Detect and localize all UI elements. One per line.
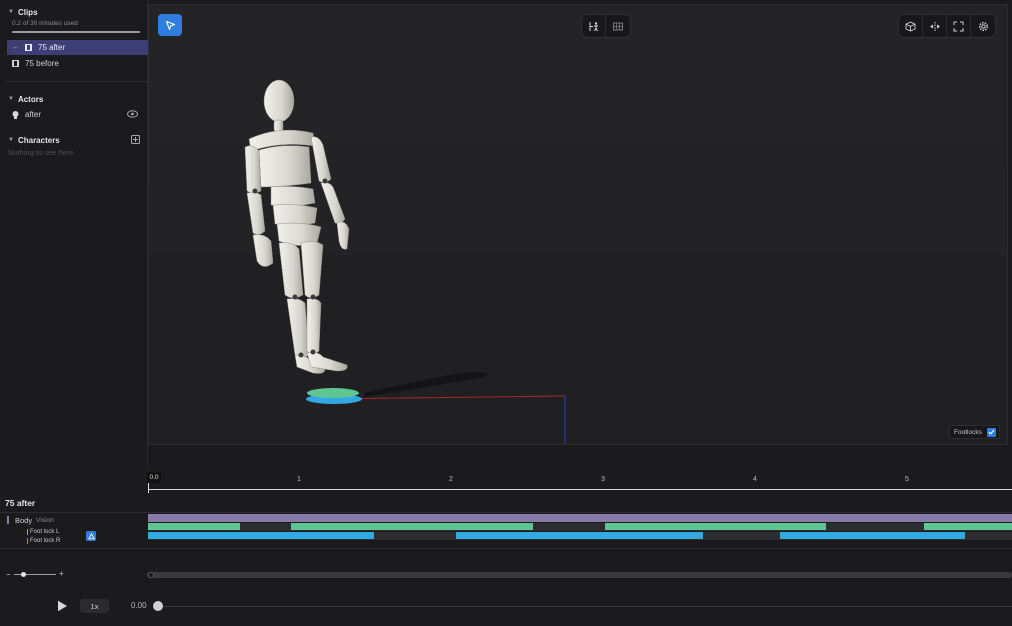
clip-label: 75 before — [25, 59, 59, 68]
zoom-out-button[interactable]: − — [6, 570, 11, 579]
characters-header[interactable]: ▼ Characters — [8, 136, 60, 145]
foot-l-segment[interactable] — [605, 523, 826, 530]
foot-l-segment[interactable] — [291, 523, 533, 530]
footlock-icon — [87, 532, 95, 539]
foot-l-segment[interactable] — [148, 523, 240, 530]
actor-item-after[interactable]: after — [12, 110, 41, 119]
head-icon — [12, 110, 19, 119]
characters-title: Characters — [17, 136, 60, 145]
foot-r-segment[interactable] — [148, 532, 374, 539]
playhead-label[interactable]: 0.0 — [147, 472, 161, 483]
film-icon — [12, 60, 19, 67]
foot-r-segment[interactable] — [780, 532, 965, 539]
actor-label: after — [25, 110, 42, 119]
ruler-line — [148, 489, 1012, 490]
eye-icon[interactable] — [127, 110, 138, 118]
scrollbar-handle[interactable] — [148, 572, 154, 578]
tick-label: 3 — [601, 476, 605, 483]
footlock-edit-button[interactable] — [86, 531, 96, 541]
3d-viewport[interactable]: Footlocks — [148, 4, 1008, 445]
track-label: Body — [15, 516, 33, 525]
sidebar: ▼ Clips 0.2 of 30 minutes used ← 75 afte… — [0, 0, 148, 468]
check-icon — [988, 429, 995, 435]
scrub-track[interactable] — [155, 606, 1012, 607]
clips-header[interactable]: ▼ Clips — [8, 8, 38, 17]
foot-r-segment[interactable] — [456, 532, 703, 539]
tick-label: 2 — [449, 476, 453, 483]
actors-header[interactable]: ▼ Actors — [8, 95, 43, 104]
actors-title: Actors — [17, 95, 44, 104]
timeline-clip-name: 75 after — [5, 498, 36, 508]
tick-label: 5 — [905, 476, 909, 483]
foot-l-segment[interactable] — [924, 523, 1012, 530]
foot-r-text: Foot lock R — [30, 538, 61, 544]
divider — [7, 81, 148, 82]
chevron-down-icon: ▼ — [8, 136, 14, 143]
usage-bar — [12, 31, 140, 33]
clip-item-75-before[interactable]: 75 before — [12, 56, 153, 71]
body-track-bar[interactable] — [148, 514, 1012, 522]
zoom-slider-thumb[interactable] — [21, 572, 26, 577]
timeline-scrollbar[interactable] — [147, 572, 1012, 578]
clip-item-75-after[interactable]: ← 75 after — [7, 40, 148, 55]
foot-r-color — [27, 538, 28, 544]
usage-text: 0.2 of 30 minutes used — [12, 20, 78, 27]
play-icon[interactable] — [57, 600, 68, 612]
playhead-line[interactable] — [148, 483, 149, 493]
zoom-in-button[interactable]: + — [59, 569, 64, 578]
body-track-label[interactable]: Body Vision — [15, 516, 54, 525]
divider — [0, 512, 1012, 513]
film-icon — [25, 44, 32, 51]
time-value: 0.00 — [131, 601, 147, 610]
foot-l-track — [148, 523, 1012, 531]
divider — [0, 548, 1012, 549]
add-character-icon[interactable] — [131, 135, 140, 144]
footlocks-label: Footlocks — [954, 428, 982, 436]
footlocks-checkbox[interactable] — [986, 427, 996, 437]
speed-button[interactable]: 1x — [80, 599, 109, 613]
scrub-thumb[interactable] — [153, 601, 163, 611]
tick-label: 1 — [297, 476, 301, 483]
tick-label: 4 — [753, 476, 757, 483]
clip-label: 75 after — [38, 43, 66, 52]
arrow-left-icon: ← — [12, 44, 19, 51]
foot-lock-r-label[interactable]: Foot lock R — [27, 538, 60, 544]
body-track-color — [7, 516, 9, 524]
foot-l-text: Foot lock L — [30, 529, 60, 535]
chevron-down-icon: ▼ — [8, 8, 14, 15]
characters-empty-text: Nothing to see here — [8, 148, 74, 157]
timeline-panel: 0.0 1 2 3 4 5 75 after Body Vision Foot … — [0, 468, 1012, 626]
floor — [149, 255, 1007, 444]
track-sublabel: Vision — [36, 517, 54, 524]
scene-canvas — [149, 79, 1007, 444]
foot-marker-left — [307, 388, 359, 398]
clips-title: Clips — [17, 8, 38, 17]
foot-lock-l-label[interactable]: Foot lock L — [27, 529, 59, 535]
chevron-down-icon: ▼ — [8, 95, 14, 102]
footlocks-toggle[interactable]: Footlocks — [949, 425, 1000, 439]
foot-l-color — [27, 529, 28, 535]
